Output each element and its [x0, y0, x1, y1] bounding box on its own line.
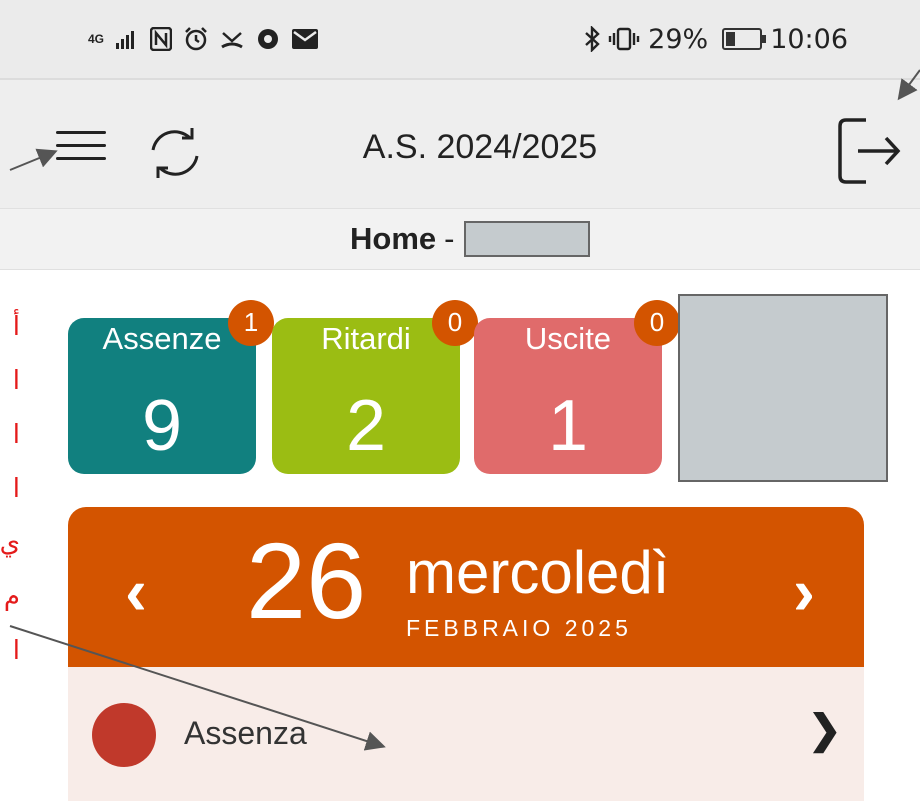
event-label: Assenza	[184, 715, 307, 751]
side-annotation-fragment: ي	[0, 528, 20, 558]
weekday: mercoledì	[406, 539, 670, 606]
tile-assenze[interactable]: Assenze 9 1	[68, 300, 274, 474]
event-row-assenza[interactable]: Assenza ❯	[68, 667, 864, 801]
status-icons-left: 4G	[88, 22, 319, 56]
signal-icon	[116, 31, 135, 49]
side-annotation-text: أ ا ا ا ي م ا	[0, 300, 20, 678]
tile-value: 9	[141, 386, 183, 466]
mail-icon	[292, 29, 319, 49]
missed-call-icon	[221, 32, 243, 49]
redacted-student-name	[464, 221, 591, 257]
alarm-icon	[185, 27, 207, 51]
date-card: ‹ 26 mercoledì FEBBRAIO 2025 ›	[68, 507, 864, 667]
vibrate-icon	[608, 27, 640, 51]
chevron-right-icon[interactable]: ❯	[808, 707, 842, 753]
redacted-tile	[678, 294, 888, 482]
next-day-button[interactable]: ›	[776, 551, 832, 631]
day-number: 26	[246, 520, 367, 641]
side-annotation-fragment: أ	[12, 312, 20, 342]
tile-uscite[interactable]: Uscite 1 0	[474, 300, 680, 474]
breadcrumb: Home -	[350, 221, 591, 257]
tile-ritardi[interactable]: Ritardi 2 0	[272, 300, 478, 474]
event-status-dot	[92, 703, 156, 767]
app-title: A.S. 2024/2025	[362, 128, 598, 166]
side-annotation-fragment: م	[3, 582, 20, 612]
status-bar: 4G 29% 10:06	[0, 0, 920, 80]
side-annotation-fragment: ا	[12, 366, 20, 396]
breadcrumb-separator: -	[444, 221, 455, 256]
tile-badge: 0	[432, 300, 478, 346]
tile-value: 2	[345, 386, 387, 466]
month-year: FEBBRAIO 2025	[406, 615, 632, 641]
logout-icon[interactable]	[836, 116, 906, 186]
network-type: 4G	[88, 32, 105, 46]
side-annotation-fragment: ا	[12, 420, 20, 450]
tile-badge: 1	[228, 300, 274, 346]
side-annotation-fragment: ا	[12, 636, 20, 666]
nfc-icon	[150, 27, 173, 51]
status-icons-right: 29% 10:06	[584, 22, 848, 56]
chrome-icon	[258, 29, 279, 49]
battery-percent: 29%	[648, 23, 709, 55]
clock: 10:06	[770, 23, 848, 55]
previous-day-button[interactable]: ‹	[108, 551, 164, 631]
tile-value: 1	[547, 386, 589, 466]
tile-badge: 0	[634, 300, 680, 346]
breadcrumb-page: Home	[350, 221, 437, 256]
side-annotation-fragment: ا	[12, 474, 20, 504]
bluetooth-icon	[585, 26, 600, 52]
battery-icon	[722, 28, 767, 50]
